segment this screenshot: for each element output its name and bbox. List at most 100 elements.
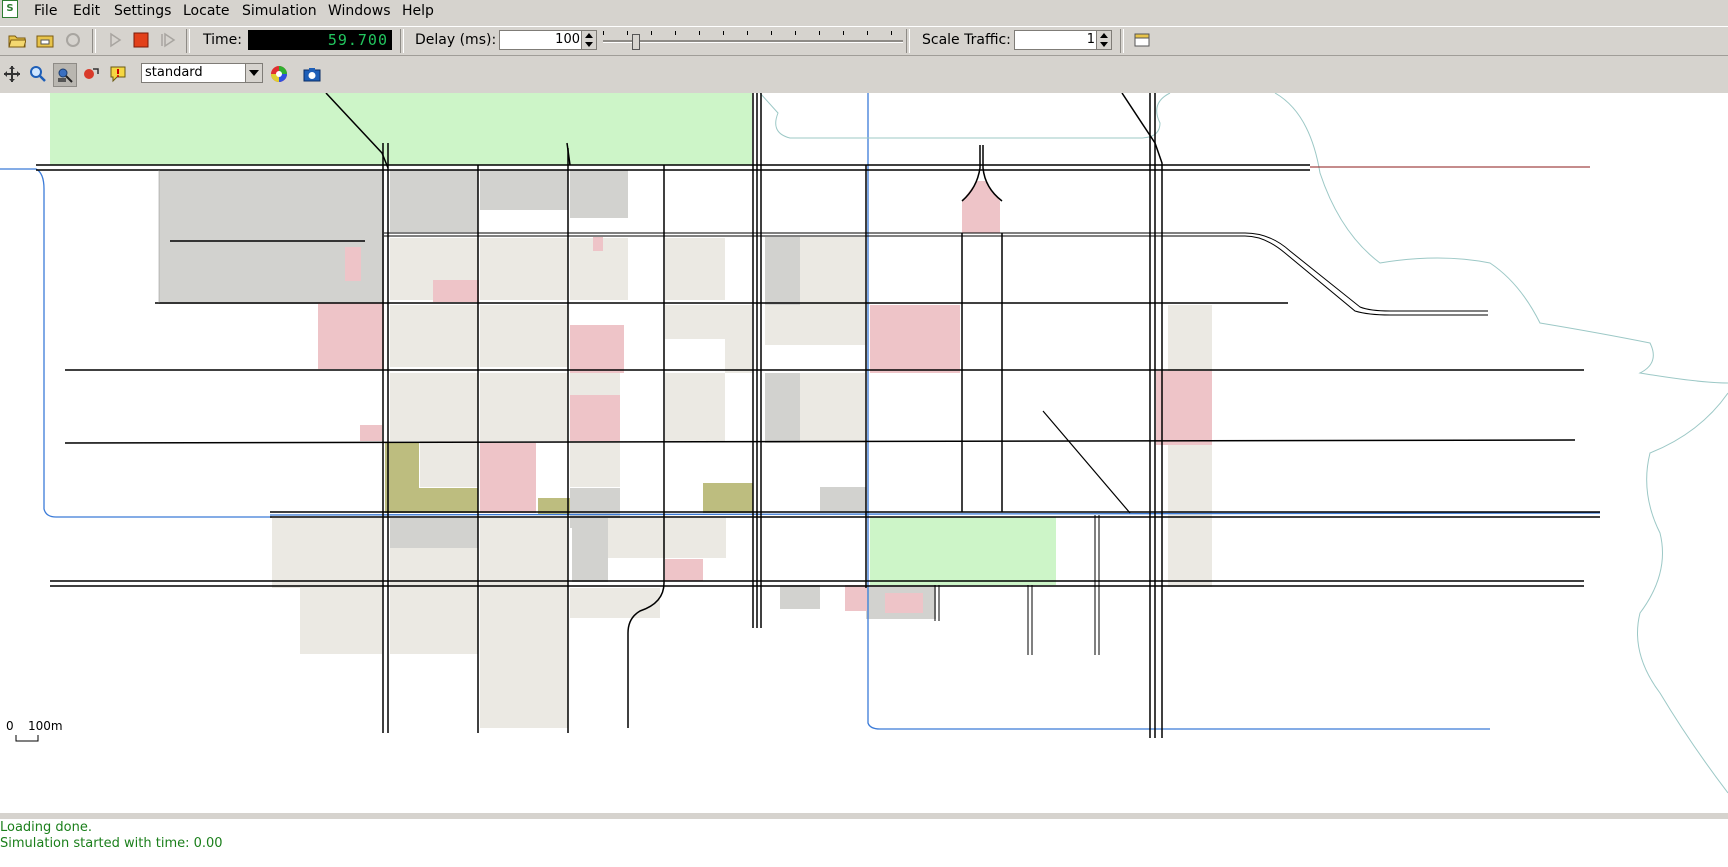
commercial-area: [962, 181, 1000, 233]
camera-icon[interactable]: [301, 63, 323, 85]
commercial-area: [480, 443, 536, 513]
view-toolbar: standard: [0, 59, 1728, 89]
close-simulation-icon[interactable]: [62, 29, 84, 51]
industrial-area: [390, 518, 478, 548]
menu-help[interactable]: Help: [398, 2, 438, 20]
color-wheel-icon[interactable]: [268, 63, 290, 85]
residential-area: [272, 518, 382, 588]
commercial-area: [360, 425, 382, 441]
residential-area: [480, 238, 568, 300]
road: [752, 93, 762, 628]
commercial-area: [345, 247, 361, 281]
commercial-area: [845, 585, 867, 611]
residential-area: [570, 441, 620, 487]
commercial-area: [1156, 371, 1212, 445]
shorelines: [759, 93, 1728, 794]
status-message: Simulation started with time: 0.00: [0, 836, 223, 851]
residential-area: [800, 237, 865, 305]
scale-label: 100m: [28, 719, 63, 733]
road: [1042, 410, 1131, 514]
industrial-area: [820, 487, 866, 511]
delay-slider-thumb[interactable]: [632, 34, 640, 50]
locate-poi-icon[interactable]: [80, 63, 102, 85]
magnifier-icon[interactable]: [27, 63, 49, 85]
scale-traffic-label: Scale Traffic:: [922, 32, 1011, 48]
network-canvas: 0 100m: [0, 93, 1728, 794]
residential-area: [765, 305, 865, 345]
recenter-view-icon[interactable]: [1, 63, 23, 85]
commercial-area: [665, 559, 703, 581]
menubar: S File Edit Settings Locate Simulation W…: [0, 0, 1728, 22]
simulation-toolbar: Time: 59.700 Delay (ms): 100 Scale Traff…: [0, 26, 1728, 56]
shoreline: [759, 93, 1171, 139]
commercial-area: [570, 325, 624, 373]
residential-area: [480, 373, 568, 441]
menu-locate[interactable]: Locate: [179, 2, 234, 20]
chevron-down-icon[interactable]: [245, 64, 262, 82]
residential-area: [608, 518, 726, 558]
delay-spinner[interactable]: 100: [499, 30, 597, 50]
message-window: Loading done. Simulation started with ti…: [0, 813, 1728, 867]
time-display: 59.700: [248, 30, 392, 50]
commercial-area: [570, 395, 620, 441]
delay-value: 100: [555, 32, 580, 47]
industrial-area: [390, 170, 478, 232]
color-scheme-value: standard: [145, 65, 203, 80]
farmland-area: [703, 483, 753, 513]
network-map-view[interactable]: 0 100m: [0, 93, 1728, 813]
menu-windows[interactable]: Windows: [324, 2, 395, 20]
step-icon[interactable]: [157, 29, 179, 51]
industrial-area: [780, 585, 820, 609]
industrial-area: [765, 237, 801, 305]
residential-area: [390, 588, 478, 654]
status-message: Loading done.: [0, 820, 92, 835]
messages-icon[interactable]: [107, 63, 129, 85]
farmland-area: [385, 488, 478, 513]
run-icon[interactable]: [104, 29, 126, 51]
time-label: Time:: [203, 32, 242, 48]
road: [961, 233, 1003, 512]
road: [382, 143, 389, 733]
delay-slider[interactable]: [603, 31, 903, 51]
sumo-app-icon: S: [2, 0, 18, 18]
shoreline: [1274, 93, 1728, 384]
locate-vehicle-icon[interactable]: [53, 63, 77, 87]
residential-area: [1168, 443, 1212, 587]
color-scheme-select[interactable]: standard: [141, 63, 263, 83]
road: [1149, 93, 1156, 738]
reload-icon[interactable]: [34, 29, 56, 51]
menu-file[interactable]: File: [30, 2, 61, 20]
shoreline: [1637, 392, 1728, 794]
residential-area: [480, 518, 568, 728]
road: [1094, 515, 1100, 655]
delay-label: Delay (ms):: [415, 32, 497, 48]
menu-settings[interactable]: Settings: [110, 2, 175, 20]
residential-area: [725, 305, 752, 373]
menu-simulation[interactable]: Simulation: [238, 2, 321, 20]
delay-spinner-arrows-icon[interactable]: [581, 31, 596, 49]
scale-bar: [15, 735, 39, 742]
window-icon[interactable]: [1131, 29, 1153, 51]
open-folder-icon[interactable]: [6, 29, 28, 51]
industrial-area: [765, 373, 801, 443]
stop-icon[interactable]: [130, 29, 152, 51]
scale-traffic-value: 1: [1086, 32, 1095, 47]
park-area: [870, 517, 1056, 585]
scale-traffic-spinner[interactable]: 1: [1014, 30, 1112, 50]
menu-edit[interactable]: Edit: [69, 2, 104, 20]
waterway: [269, 512, 1601, 516]
residential-area: [665, 373, 725, 441]
road: [36, 164, 1310, 171]
residential-area: [665, 305, 725, 339]
industrial-area: [570, 170, 628, 218]
residential-area: [570, 588, 660, 618]
residential-area: [800, 373, 865, 443]
residential-area: [390, 548, 478, 588]
commercial-area: [885, 593, 923, 613]
scale-traffic-spinner-arrows-icon[interactable]: [1096, 31, 1111, 49]
commercial-area: [433, 280, 479, 302]
road: [627, 165, 665, 728]
residential-area: [1168, 305, 1212, 371]
commercial-area: [870, 305, 960, 373]
commercial-area: [318, 303, 384, 369]
